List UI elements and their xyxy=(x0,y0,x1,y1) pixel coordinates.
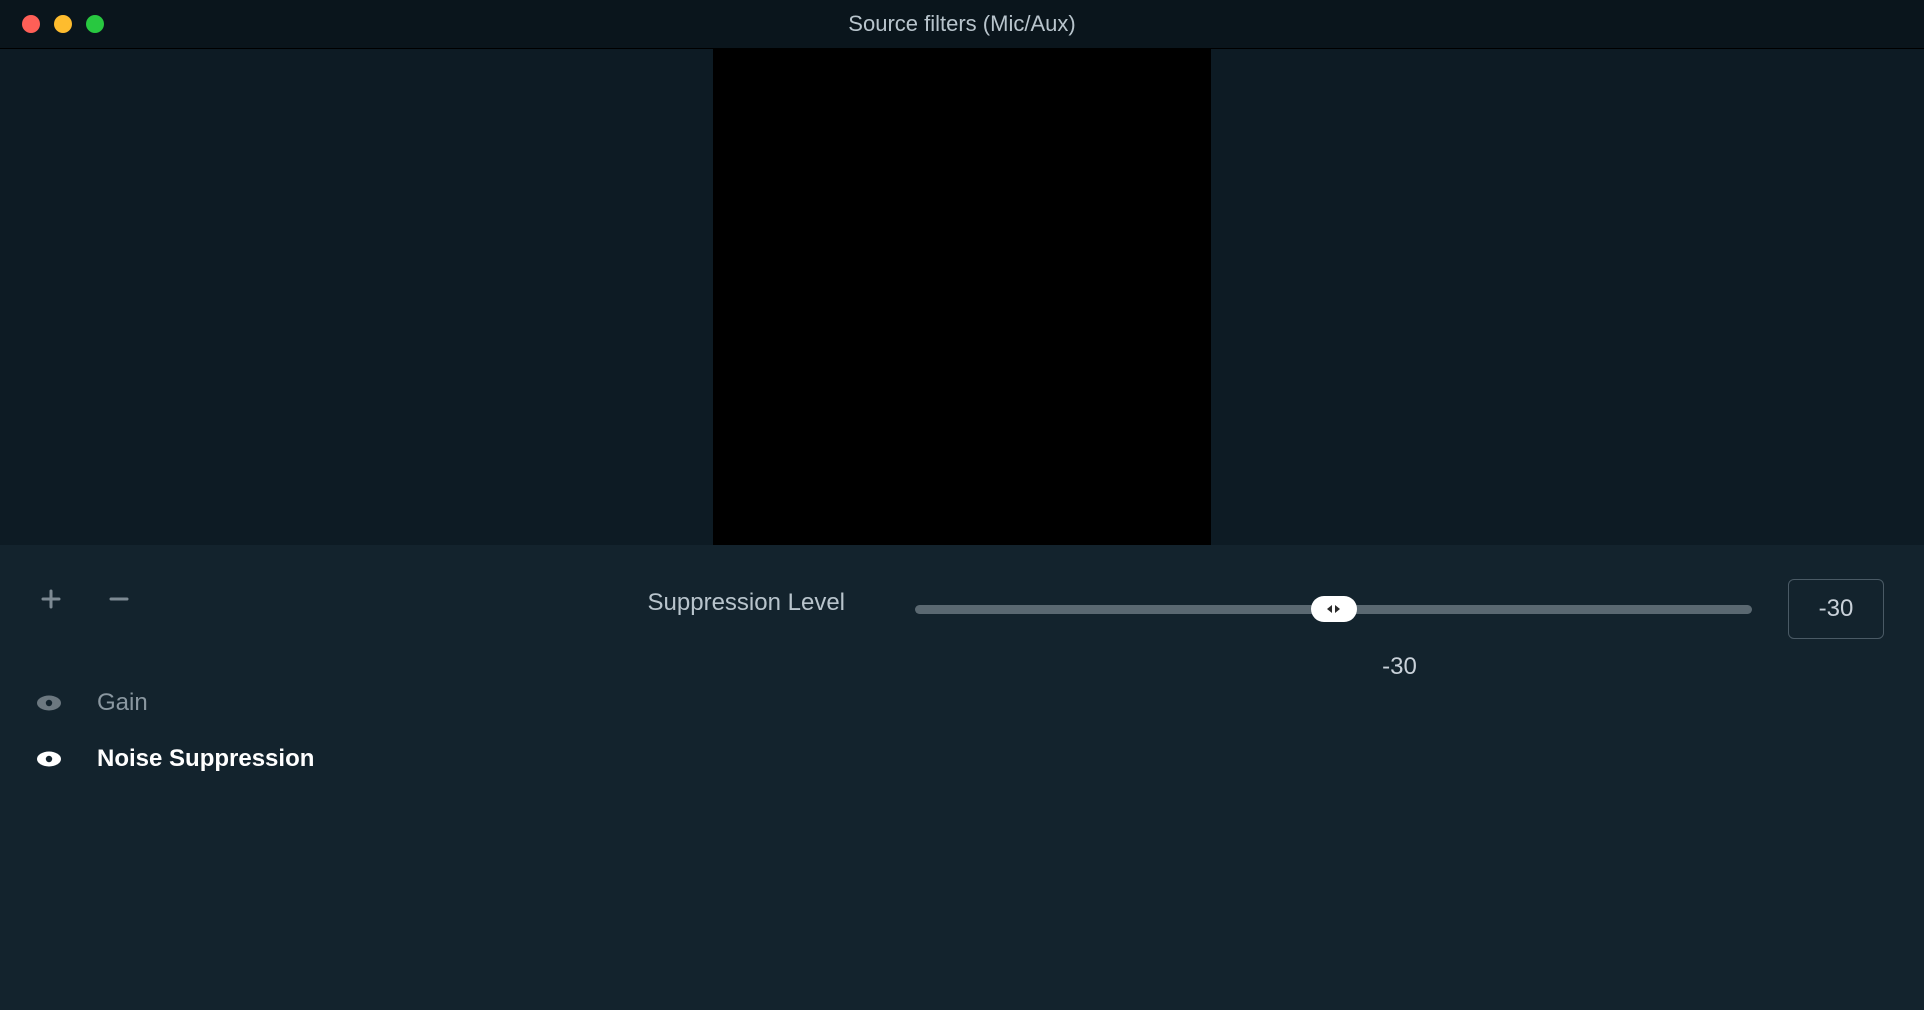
preview-canvas xyxy=(713,49,1211,545)
remove-filter-button[interactable] xyxy=(103,583,135,615)
suppression-value-input[interactable]: -30 xyxy=(1788,579,1884,639)
lower-panel: Gain Noise Suppression Suppression Level xyxy=(0,545,1924,1010)
filter-settings-panel: Suppression Level -30 -30 xyxy=(470,545,1924,1010)
filter-item-gain[interactable]: Gain xyxy=(0,675,470,731)
minimize-window-button[interactable] xyxy=(54,15,72,33)
filter-controls xyxy=(0,583,470,615)
suppression-slider-wrap: -30 -30 xyxy=(915,579,1884,653)
plus-icon xyxy=(39,587,63,611)
eye-icon xyxy=(36,750,62,768)
eye-icon xyxy=(36,694,62,712)
visibility-toggle[interactable] xyxy=(35,694,63,712)
preview-area xyxy=(0,49,1924,545)
titlebar: Source filters (Mic/Aux) xyxy=(0,0,1924,49)
filter-sidebar: Gain Noise Suppression xyxy=(0,545,470,1010)
maximize-window-button[interactable] xyxy=(86,15,104,33)
visibility-toggle[interactable] xyxy=(35,750,63,768)
add-filter-button[interactable] xyxy=(35,583,67,615)
minus-icon xyxy=(107,587,131,611)
suppression-level-row: Suppression Level -30 -30 xyxy=(510,579,1884,653)
chevron-left-icon xyxy=(1325,604,1333,614)
window-title: Source filters (Mic/Aux) xyxy=(0,11,1924,37)
slider-thumb[interactable] xyxy=(1311,596,1357,622)
window-controls xyxy=(0,15,104,33)
close-window-button[interactable] xyxy=(22,15,40,33)
chevron-right-icon xyxy=(1334,604,1342,614)
suppression-level-label: Suppression Level xyxy=(510,579,915,617)
suppression-slider[interactable] xyxy=(915,585,1752,633)
filter-list: Gain Noise Suppression xyxy=(0,675,470,787)
filter-item-noise-suppression[interactable]: Noise Suppression xyxy=(0,731,470,787)
filter-label: Gain xyxy=(97,689,148,717)
filter-label: Noise Suppression xyxy=(97,745,314,773)
